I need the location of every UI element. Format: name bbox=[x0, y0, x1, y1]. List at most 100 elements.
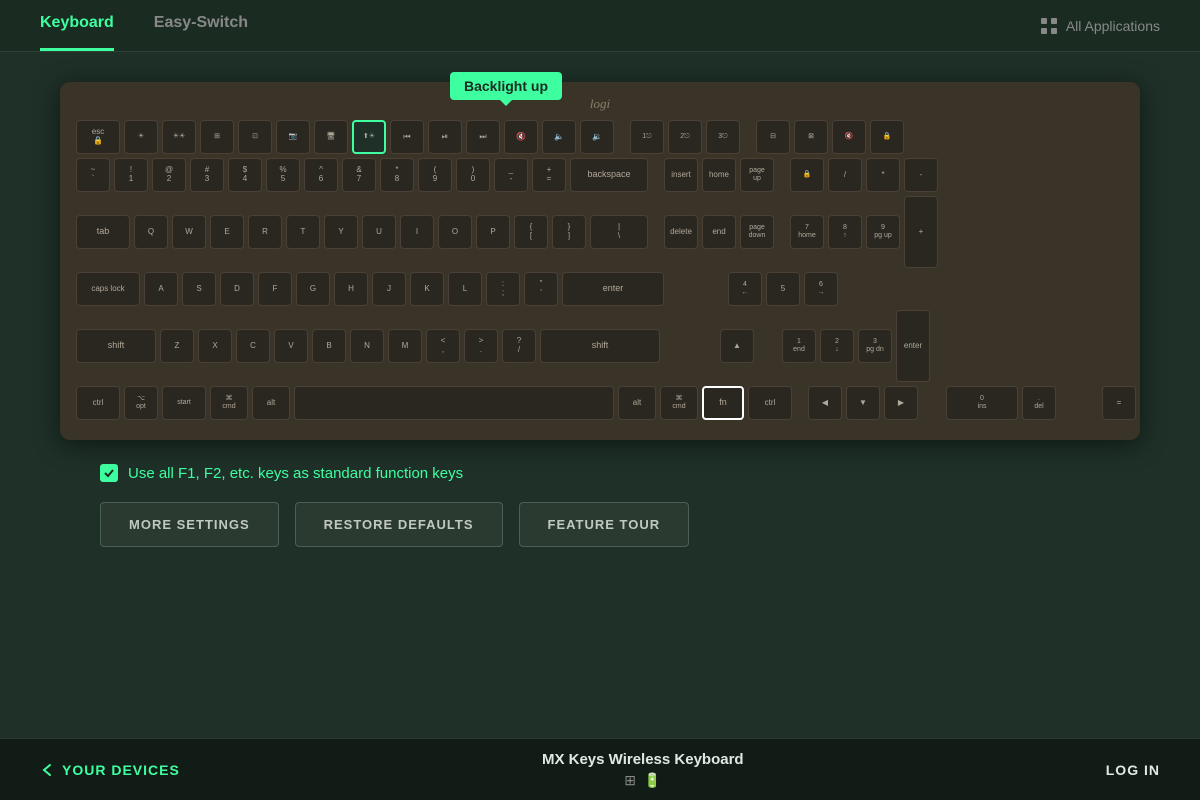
key-f10[interactable]: ⏭ bbox=[466, 120, 500, 154]
key-device3[interactable]: 3⎋ bbox=[706, 120, 740, 154]
key-n[interactable]: N bbox=[350, 329, 384, 363]
key-rbracket[interactable]: }] bbox=[552, 215, 586, 249]
key-del2[interactable]: ⊠ bbox=[794, 120, 828, 154]
key-cmd-right[interactable]: ⌘cmd bbox=[660, 386, 698, 420]
key-fn[interactable]: fn bbox=[702, 386, 744, 420]
key-alt-right[interactable]: alt bbox=[618, 386, 656, 420]
key-num9[interactable]: 9pg up bbox=[866, 215, 900, 249]
key-num4[interactable]: 4← bbox=[728, 272, 762, 306]
key-p[interactable]: P bbox=[476, 215, 510, 249]
key-d[interactable]: D bbox=[220, 272, 254, 306]
key-numenter[interactable]: enter bbox=[896, 310, 930, 382]
key-numdot[interactable]: .del bbox=[1022, 386, 1056, 420]
key-device2[interactable]: 2⎋ bbox=[668, 120, 702, 154]
key-backtick[interactable]: ~` bbox=[76, 158, 110, 192]
key-6[interactable]: ^6 bbox=[304, 158, 338, 192]
key-y[interactable]: Y bbox=[324, 215, 358, 249]
key-f7[interactable]: ⬆☀ bbox=[352, 120, 386, 154]
key-u[interactable]: U bbox=[362, 215, 396, 249]
key-9[interactable]: (9 bbox=[418, 158, 452, 192]
key-7[interactable]: &7 bbox=[342, 158, 376, 192]
key-t[interactable]: T bbox=[286, 215, 320, 249]
key-num7[interactable]: 7home bbox=[790, 215, 824, 249]
key-num6[interactable]: 6→ bbox=[804, 272, 838, 306]
key-m[interactable]: M bbox=[388, 329, 422, 363]
key-cmd-left[interactable]: ⌘cmd bbox=[210, 386, 248, 420]
key-backspace[interactable]: backspace bbox=[570, 158, 648, 192]
key-backslash[interactable]: |\ bbox=[590, 215, 648, 249]
key-num5[interactable]: 5 bbox=[766, 272, 800, 306]
key-enter[interactable]: enter bbox=[562, 272, 664, 306]
key-b[interactable]: B bbox=[312, 329, 346, 363]
more-settings-button[interactable]: MORE SETTINGS bbox=[100, 502, 279, 547]
key-num0[interactable]: 0ins bbox=[946, 386, 1018, 420]
key-0[interactable]: )0 bbox=[456, 158, 490, 192]
key-pageup[interactable]: pageup bbox=[740, 158, 774, 192]
key-shift-left[interactable]: shift bbox=[76, 329, 156, 363]
key-semicolon[interactable]: :; bbox=[486, 272, 520, 306]
key-shift-right[interactable]: shift bbox=[540, 329, 660, 363]
key-x[interactable]: X bbox=[198, 329, 232, 363]
key-o[interactable]: O bbox=[438, 215, 472, 249]
key-f1[interactable]: ☀ bbox=[124, 120, 158, 154]
key-pagedown[interactable]: pagedown bbox=[740, 215, 774, 249]
tab-keyboard[interactable]: Keyboard bbox=[40, 0, 114, 51]
key-num2[interactable]: 2↓ bbox=[820, 329, 854, 363]
key-lbracket[interactable]: {[ bbox=[514, 215, 548, 249]
key-period[interactable]: >. bbox=[464, 329, 498, 363]
key-start[interactable]: start bbox=[162, 386, 206, 420]
key-num1[interactable]: 1end bbox=[782, 329, 816, 363]
key-f4[interactable]: ⊡ bbox=[238, 120, 272, 154]
key-c[interactable]: C bbox=[236, 329, 270, 363]
key-f13[interactable]: 🔉 bbox=[580, 120, 614, 154]
key-j[interactable]: J bbox=[372, 272, 406, 306]
key-g[interactable]: G bbox=[296, 272, 330, 306]
key-ctrl-right[interactable]: ctrl bbox=[748, 386, 792, 420]
key-k[interactable]: K bbox=[410, 272, 444, 306]
key-home[interactable]: home bbox=[702, 158, 736, 192]
key-l[interactable]: L bbox=[448, 272, 482, 306]
key-numminus[interactable]: - bbox=[904, 158, 938, 192]
key-delete[interactable]: delete bbox=[664, 215, 698, 249]
key-4[interactable]: $4 bbox=[228, 158, 262, 192]
key-z[interactable]: Z bbox=[160, 329, 194, 363]
key-down[interactable]: ▼ bbox=[846, 386, 880, 420]
key-f12[interactable]: 🔈 bbox=[542, 120, 576, 154]
key-f6[interactable]: 🖥 bbox=[314, 120, 348, 154]
key-numplus[interactable]: + bbox=[904, 196, 938, 268]
key-insert[interactable]: insert bbox=[664, 158, 698, 192]
key-f8[interactable]: ⏮ bbox=[390, 120, 424, 154]
log-in-button[interactable]: LOG IN bbox=[1106, 762, 1160, 778]
key-left[interactable]: ◀ bbox=[808, 386, 842, 420]
key-s[interactable]: S bbox=[182, 272, 216, 306]
key-comma[interactable]: <, bbox=[426, 329, 460, 363]
key-q[interactable]: Q bbox=[134, 215, 168, 249]
key-w[interactable]: W bbox=[172, 215, 206, 249]
key-ctrl-left[interactable]: ctrl bbox=[76, 386, 120, 420]
key-f[interactable]: F bbox=[258, 272, 292, 306]
key-f9[interactable]: ⏯ bbox=[428, 120, 462, 154]
key-quote[interactable]: "' bbox=[524, 272, 558, 306]
your-devices-button[interactable]: YOUR DEVICES bbox=[40, 762, 180, 778]
key-up[interactable]: ▲ bbox=[720, 329, 754, 363]
key-tab[interactable]: tab bbox=[76, 215, 130, 249]
key-numlock[interactable]: 🔒 bbox=[790, 158, 824, 192]
key-f5[interactable]: 📷 bbox=[276, 120, 310, 154]
key-numstar[interactable]: * bbox=[866, 158, 900, 192]
key-minus[interactable]: _- bbox=[494, 158, 528, 192]
key-ins[interactable]: ⊟ bbox=[756, 120, 790, 154]
function-keys-checkbox[interactable] bbox=[100, 464, 118, 482]
key-opt[interactable]: ⌥opt bbox=[124, 386, 158, 420]
key-num8[interactable]: 8↑ bbox=[828, 215, 862, 249]
key-f3[interactable]: ⊞ bbox=[200, 120, 234, 154]
key-numslash[interactable]: / bbox=[828, 158, 862, 192]
key-right[interactable]: ▶ bbox=[884, 386, 918, 420]
key-alt[interactable]: alt bbox=[252, 386, 290, 420]
key-equals[interactable]: += bbox=[532, 158, 566, 192]
key-capslock[interactable]: caps lock bbox=[76, 272, 140, 306]
key-i[interactable]: I bbox=[400, 215, 434, 249]
key-end[interactable]: end bbox=[702, 215, 736, 249]
key-numequals[interactable]: = bbox=[1102, 386, 1136, 420]
key-lock[interactable]: 🔒 bbox=[870, 120, 904, 154]
key-slash[interactable]: ?/ bbox=[502, 329, 536, 363]
